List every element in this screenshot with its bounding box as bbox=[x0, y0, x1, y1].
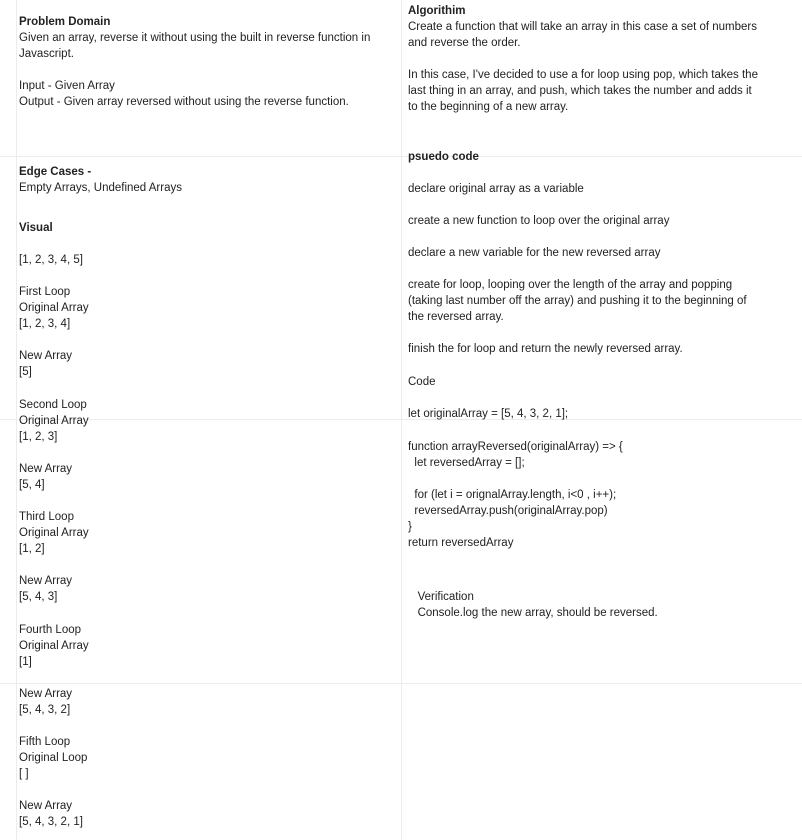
text-line: and reverse the order. bbox=[408, 37, 521, 49]
text-line: Given an array, reverse it without using… bbox=[19, 32, 371, 44]
text-line: to the beginning of a new array. bbox=[408, 101, 569, 113]
text-line: [1, 2, 3, 4] bbox=[19, 318, 71, 330]
text-line: function arrayReversed(originalArray) =>… bbox=[408, 441, 623, 453]
text-line: Second Loop bbox=[19, 399, 87, 411]
text-line: In this case, I've decided to use a for … bbox=[408, 69, 758, 81]
text-line: [5, 4, 3, 2, 1] bbox=[19, 816, 83, 828]
section-heading: psuedo code bbox=[408, 151, 479, 163]
text-line: Original Array bbox=[19, 527, 89, 539]
text-line: create for loop, looping over the length… bbox=[408, 279, 733, 291]
text-line: Code bbox=[408, 376, 436, 388]
text-line: let originalArray = [5, 4, 3, 2, 1]; bbox=[408, 408, 569, 420]
text-line: First Loop bbox=[19, 286, 71, 298]
text-line: Fourth Loop bbox=[19, 624, 82, 636]
text-line: [5, 4, 3] bbox=[19, 591, 58, 603]
text-line: reversedArray.push(originalArray.pop) bbox=[408, 505, 608, 517]
text-line: Output - Given array reversed without us… bbox=[19, 96, 349, 108]
text-line: return reversedArray bbox=[408, 537, 514, 549]
page-grid-lines bbox=[0, 0, 802, 840]
text-line: New Array bbox=[19, 575, 73, 587]
text-line: declare a new variable for the new rever… bbox=[408, 247, 661, 259]
text-line: create a new function to loop over the o… bbox=[408, 215, 670, 227]
text-line: [1, 2, 3] bbox=[19, 431, 58, 443]
text-line: [1, 2, 3, 4, 5] bbox=[19, 254, 83, 266]
text-line: } bbox=[408, 521, 412, 533]
text-line: Original Array bbox=[19, 640, 89, 652]
text-line: Create a function that will take an arra… bbox=[408, 21, 758, 33]
text-line: finish the for loop and return the newly… bbox=[408, 343, 683, 355]
text-line: New Array bbox=[19, 688, 73, 700]
text-line: Javascript. bbox=[19, 48, 74, 60]
section-heading: Edge Cases - bbox=[19, 166, 92, 178]
text-line: Fifth Loop bbox=[19, 736, 71, 748]
text-line: Empty Arrays, Undefined Arrays bbox=[19, 182, 182, 194]
text-line: for (let i = orignalArray.length, i<0 , … bbox=[408, 489, 617, 501]
section-heading: Algorithim bbox=[408, 5, 466, 17]
text-line: declare original array as a variable bbox=[408, 183, 584, 195]
text-line: [1, 2] bbox=[19, 543, 45, 555]
section-heading: Visual bbox=[19, 222, 53, 234]
text-line: Original Loop bbox=[19, 752, 88, 764]
text-line: Third Loop bbox=[19, 511, 74, 523]
text-line: [ ] bbox=[19, 768, 29, 780]
text-line: [1] bbox=[19, 656, 32, 668]
text-line: Original Array bbox=[19, 415, 89, 427]
text-line: (taking last number off the array) and p… bbox=[408, 295, 747, 307]
text-line: the reversed array. bbox=[408, 311, 504, 323]
text-line: Input - Given Array bbox=[19, 80, 115, 92]
section-heading: Problem Domain bbox=[19, 16, 111, 28]
text-line: [5, 4, 3, 2] bbox=[19, 704, 71, 716]
text-line: New Array bbox=[19, 800, 73, 812]
text-line: last thing in an array, and push, which … bbox=[408, 85, 752, 97]
text-line: let reversedArray = []; bbox=[408, 457, 525, 469]
text-line: Original Array bbox=[19, 302, 89, 314]
text-line: Verification bbox=[408, 591, 474, 603]
text-line: New Array bbox=[19, 463, 73, 475]
text-line: New Array bbox=[19, 350, 73, 362]
text-line: [5, 4] bbox=[19, 479, 45, 491]
text-line: [5] bbox=[19, 366, 32, 378]
text-line: Console.log the new array, should be rev… bbox=[408, 607, 658, 619]
